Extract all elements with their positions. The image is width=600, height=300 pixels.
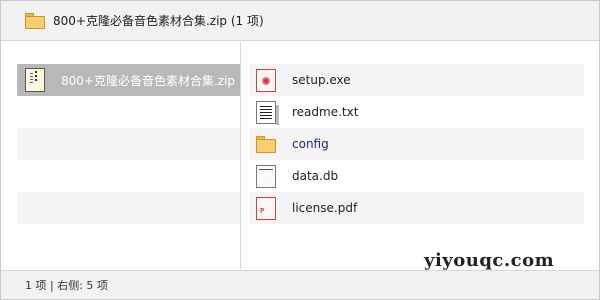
file-name: data.db [292,169,339,183]
file-row-config-folder[interactable]: config [250,128,584,160]
status-bar: 1 项 | 右侧: 5 项 [1,270,599,299]
file-row-license-pdf[interactable]: P license.pdf [250,192,584,224]
file-name: readme.txt [292,105,359,119]
file-name: license.pdf [292,201,358,215]
archive-list-item[interactable]: 800+克隆必备音色素材合集.zip [17,64,240,96]
archive-list-item-label: 800+克隆必备音色素材合集.zip [61,73,236,88]
right-pane: setup.exe readme.txt config data.db P li… [242,42,599,269]
watermark-text: yiyouqc.com [424,250,555,271]
file-row-data-db[interactable]: data.db [250,160,584,192]
database-file-icon [256,164,276,188]
file-row-setup-exe[interactable]: setup.exe [250,64,584,96]
window-title: 800+克隆必备音色素材合集.zip (1 项) [53,14,264,28]
status-text: 1 项 | 右侧: 5 项 [25,279,108,292]
empty-list-row [17,128,240,160]
file-name: setup.exe [292,73,351,87]
title-bar: 800+克隆必备音色素材合集.zip (1 项) [1,1,599,41]
left-pane: 800+克隆必备音色素材合集.zip [1,42,241,269]
file-row-readme-txt[interactable]: readme.txt [250,96,584,128]
executable-icon [256,68,276,92]
folder-icon [256,135,276,153]
empty-list-row [17,192,240,224]
zip-archive-icon [25,68,45,92]
pdf-file-icon: P [256,196,276,220]
folder-name: config [292,137,329,151]
text-file-icon [256,100,279,125]
folder-icon [25,12,45,29]
